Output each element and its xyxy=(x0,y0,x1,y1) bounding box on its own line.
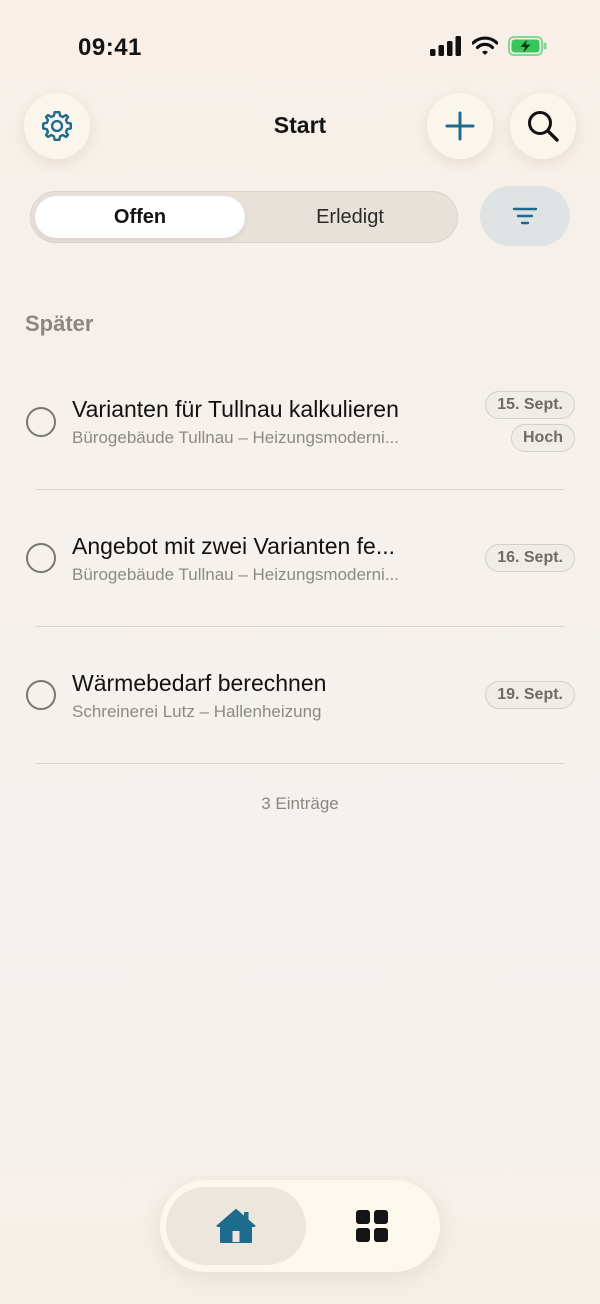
segment-done[interactable]: Erledigt xyxy=(245,196,455,238)
task-title: Varianten für Tullnau kalkulieren xyxy=(72,396,399,422)
wifi-icon xyxy=(472,36,498,55)
status-time: 09:41 xyxy=(78,34,142,61)
due-date-badge: 15. Sept. xyxy=(485,391,575,419)
status-bar: 09:41 xyxy=(0,0,600,92)
add-button[interactable] xyxy=(427,93,493,159)
task-row[interactable]: Varianten für Tullnau kalkulieren Büroge… xyxy=(0,353,600,490)
filter-lines-icon xyxy=(512,207,538,225)
segment-open[interactable]: Offen xyxy=(35,196,245,238)
task-title: Wärmebedarf berechnen xyxy=(72,670,327,696)
priority-badge: Hoch xyxy=(511,424,575,452)
tab-overview[interactable] xyxy=(310,1187,434,1265)
cellular-signal-icon xyxy=(430,36,461,56)
tab-home[interactable] xyxy=(166,1187,306,1265)
status-icons xyxy=(430,36,548,56)
task-subtitle: Bürogebäude Tullnau – Heizungsmoderni... xyxy=(72,428,399,447)
due-date-badge: 16. Sept. xyxy=(485,544,575,572)
home-icon xyxy=(216,1209,256,1243)
entry-count: 3 Einträge xyxy=(261,794,339,813)
divider xyxy=(36,763,564,764)
status-segmented-control: Offen Erledigt xyxy=(30,191,458,243)
section-title-later: Später xyxy=(25,311,94,336)
task-title: Angebot mit zwei Varianten fe... xyxy=(72,533,396,559)
search-button[interactable] xyxy=(510,93,576,159)
task-row[interactable]: Wärmebedarf berechnen Schreinerei Lutz –… xyxy=(0,627,600,764)
plus-icon xyxy=(445,111,475,141)
task-checkbox[interactable] xyxy=(26,407,56,437)
task-subtitle: Bürogebäude Tullnau – Heizungsmoderni... xyxy=(72,565,399,584)
task-row[interactable]: Angebot mit zwei Varianten fe... Bürogeb… xyxy=(0,490,600,627)
grid-icon xyxy=(356,1210,388,1242)
battery-charging-icon xyxy=(508,36,547,56)
task-subtitle: Schreinerei Lutz – Hallenheizung xyxy=(72,702,322,721)
task-checkbox[interactable] xyxy=(26,680,56,710)
filter-button[interactable] xyxy=(480,186,570,246)
header: Start xyxy=(0,92,600,162)
task-checkbox[interactable] xyxy=(26,543,56,573)
tab-bar xyxy=(160,1180,440,1272)
due-date-badge: 19. Sept. xyxy=(485,681,575,709)
search-icon xyxy=(528,111,559,142)
